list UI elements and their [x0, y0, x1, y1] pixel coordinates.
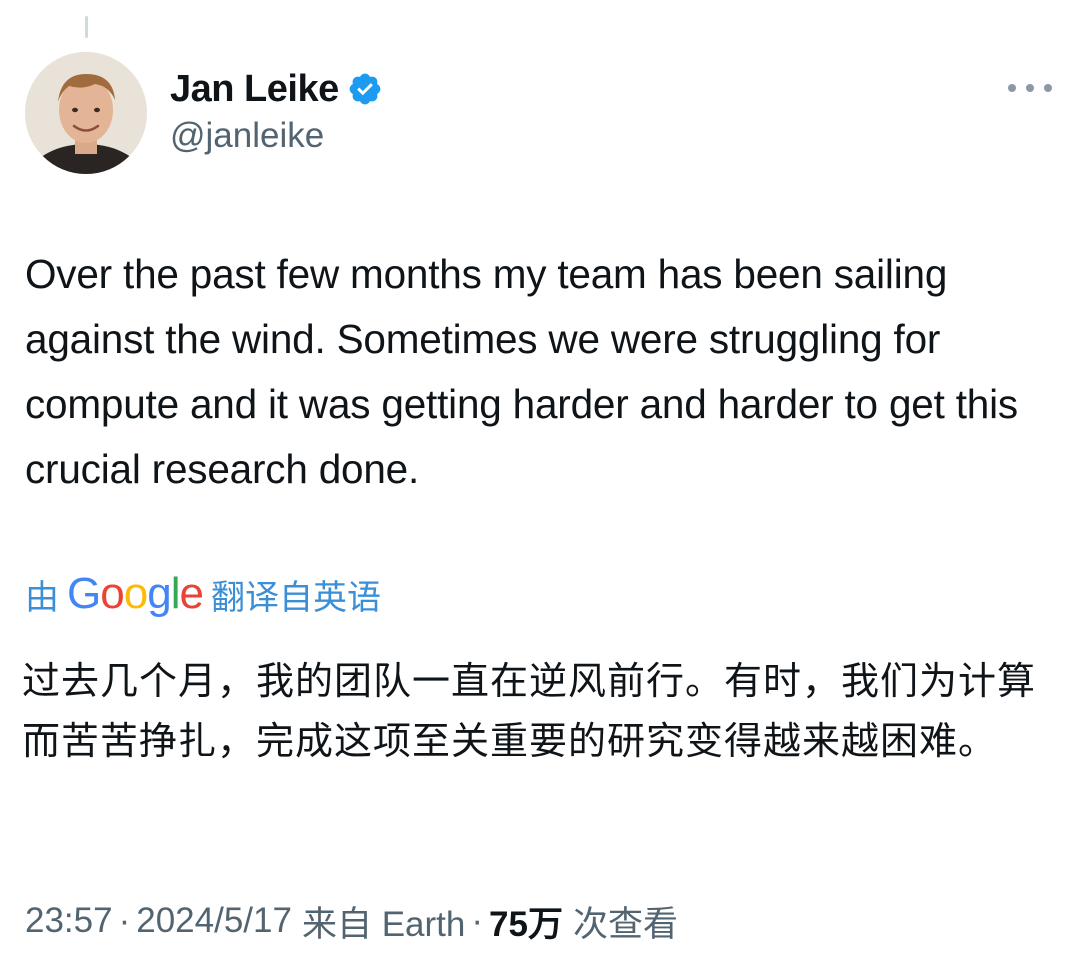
- google-logo: Google: [67, 569, 204, 618]
- author-name-row: Jan Leike: [170, 64, 383, 114]
- tweet-date[interactable]: 2024/5/17: [136, 901, 292, 941]
- verified-badge-icon: [349, 73, 381, 105]
- translation-prefix: 由: [25, 578, 59, 617]
- meta-separator: ·: [118, 901, 131, 940]
- translation-suffix: 翻译自英语: [210, 578, 381, 617]
- more-dot-1: [1008, 84, 1016, 92]
- meta-separator-2: ·: [471, 901, 484, 940]
- tweet-text: Over the past few months my team has bee…: [25, 251, 1018, 492]
- avatar-photo: [25, 52, 147, 174]
- views-count: 75万: [489, 904, 563, 944]
- tweet-source: 来自 Earth: [301, 904, 466, 944]
- tweet-time[interactable]: 23:57: [25, 901, 113, 941]
- more-options-icon[interactable]: [1008, 76, 1052, 100]
- more-dot-3: [1044, 84, 1052, 92]
- more-dot-2: [1026, 84, 1034, 92]
- translation-attribution[interactable]: 由 Google 翻译自英语: [25, 564, 381, 624]
- avatar[interactable]: [25, 52, 147, 174]
- author-handle[interactable]: @janleike: [170, 116, 324, 156]
- tweet-meta: 23:57 · 2024/5/17 来自 Earth · 75万 次查看: [25, 893, 678, 949]
- thread-connector-line: [85, 16, 88, 38]
- translated-tweet-text: 过去几个月，我的团队一直在逆风前行。有时，我们为计算而苦苦挣扎，完成这项至关重要…: [22, 661, 1037, 763]
- author-display-name[interactable]: Jan Leike: [170, 68, 339, 111]
- views-label: 次查看: [572, 904, 678, 944]
